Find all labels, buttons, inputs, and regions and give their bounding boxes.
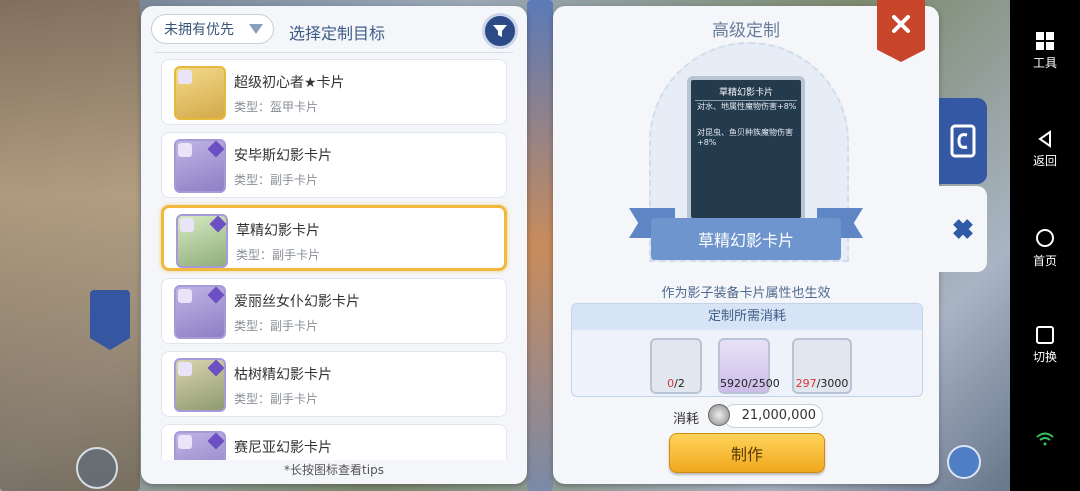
card-type: 类型：副手卡片 <box>234 173 319 187</box>
material-count: 297/3000 <box>795 377 849 390</box>
cost-section: 定制所需消耗 0/2 5920/2500 297/3000 <box>571 303 923 397</box>
close-button[interactable] <box>877 0 925 62</box>
tools-icon <box>953 219 973 239</box>
panel-title: 选择定制目标 <box>289 24 386 43</box>
card-effect-1: 对水、地属性魔物伤害+8% <box>697 102 797 111</box>
recents-icon <box>1036 326 1054 344</box>
grid-icon <box>1036 32 1054 50</box>
back-icon <box>1038 130 1051 148</box>
gem-icon <box>209 215 227 233</box>
card-tag-icon <box>180 218 194 232</box>
wand-button[interactable] <box>947 445 981 479</box>
funnel-icon <box>493 25 507 37</box>
card-ribbon-label: 草精幻影卡片 <box>651 218 841 260</box>
material-slot[interactable]: 5920/2500 <box>718 338 780 394</box>
tab-craft[interactable] <box>939 186 987 272</box>
card-name: 赛尼亚幻影卡片 <box>234 440 332 456</box>
gem-icon <box>207 286 225 304</box>
card-type: 类型：副手卡片 <box>234 392 319 406</box>
card-type: 类型：副手卡片 <box>234 319 319 333</box>
material-count: 0/2 <box>667 377 685 390</box>
card-icon <box>950 124 976 158</box>
card-thumbnail <box>174 139 226 193</box>
make-button[interactable]: 制作 <box>669 433 825 473</box>
system-navbar: 工具 返回 首页 切换 <box>1010 0 1080 491</box>
wifi-icon <box>1036 432 1054 446</box>
nav-switch[interactable]: 切换 <box>1010 326 1080 365</box>
list-item[interactable]: 爱丽丝女仆幻影卡片 类型：副手卡片 <box>161 278 507 344</box>
card-name: 草精幻影卡片 <box>236 223 320 239</box>
target-select-panel: 未拥有优先 选择定制目标 超级初心者★卡片 类型：盔甲卡片 安毕斯幻影卡片 类型… <box>141 6 527 484</box>
card-tag-icon <box>178 143 192 157</box>
nav-home[interactable]: 首页 <box>1010 228 1080 269</box>
list-item[interactable]: 超级初心者★卡片 类型：盔甲卡片 <box>161 59 507 125</box>
list-item-selected[interactable]: 草精幻影卡片 类型：副手卡片 <box>161 205 507 271</box>
material-slot[interactable]: 297/3000 <box>792 338 852 394</box>
card-type: 类型：盔甲卡片 <box>234 100 319 114</box>
nav-back[interactable]: 返回 <box>1010 130 1080 169</box>
card-tag-icon <box>178 435 192 449</box>
filter-dropdown[interactable]: 未拥有优先 <box>151 14 274 44</box>
gem-icon <box>207 432 225 450</box>
card-tag-icon <box>178 362 192 376</box>
long-press-hint: *长按图标查看tips <box>284 463 384 477</box>
tab-card[interactable] <box>939 98 987 184</box>
card-thumbnail <box>174 66 226 120</box>
joystick-button[interactable] <box>76 447 118 489</box>
nav-switch-label: 切换 <box>1032 350 1057 364</box>
list-item[interactable]: 枯树精幻影卡片 类型：副手卡片 <box>161 351 507 417</box>
list-item[interactable]: 安毕斯幻影卡片 类型：副手卡片 <box>161 132 507 198</box>
custom-craft-panel: 高级定制 草精幻影卡片 对水、地属性魔物伤害+8% 对昆虫、鱼贝种族魔物伤害+8… <box>553 6 939 484</box>
card-name: 超级初心者★卡片 <box>234 75 345 91</box>
zeny-coin-icon <box>708 404 730 426</box>
card-thumbnail <box>174 431 226 460</box>
material-count: 5920/2500 <box>720 377 780 390</box>
home-icon <box>1036 229 1054 247</box>
nav-tools[interactable]: 工具 <box>1010 32 1080 71</box>
card-preview-name: 草精幻影卡片 <box>695 85 797 101</box>
chevron-down-icon <box>249 24 263 34</box>
gem-icon <box>207 140 225 158</box>
gem-icon <box>207 359 225 377</box>
wifi-indicator <box>1010 432 1080 450</box>
guild-banner <box>90 290 130 350</box>
card-thumbnail <box>176 214 228 268</box>
card-list[interactable]: 超级初心者★卡片 类型：盔甲卡片 安毕斯幻影卡片 类型：副手卡片 草精幻影卡片 … <box>155 52 513 460</box>
close-icon <box>892 15 910 33</box>
card-name: 枯树精幻影卡片 <box>234 367 332 383</box>
nav-home-label: 首页 <box>1032 254 1057 268</box>
shadow-effect-note: 作为影子装备卡片属性也生效 <box>661 286 831 301</box>
filter-button[interactable] <box>482 13 518 49</box>
card-name: 安毕斯幻影卡片 <box>234 148 332 164</box>
card-thumbnail <box>174 285 226 339</box>
card-name: 爱丽丝女仆幻影卡片 <box>234 294 360 310</box>
list-item[interactable]: 赛尼亚幻影卡片 <box>161 424 507 460</box>
nav-back-label: 返回 <box>1032 154 1057 168</box>
material-slot[interactable]: 0/2 <box>650 338 702 394</box>
card-effect-2: 对昆虫、鱼贝种族魔物伤害+8% <box>697 128 793 147</box>
cost-title: 定制所需消耗 <box>572 304 922 330</box>
consume-value: 21,000,000 <box>723 404 823 428</box>
nav-tools-label: 工具 <box>1032 56 1057 70</box>
card-preview[interactable]: 草精幻影卡片 对水、地属性魔物伤害+8% 对昆虫、鱼贝种族魔物伤害+8% <box>687 76 805 222</box>
card-type: 类型：副手卡片 <box>236 248 321 262</box>
filter-label: 未拥有优先 <box>164 22 234 38</box>
card-tag-icon <box>178 70 192 84</box>
consume-label: 消耗 <box>673 412 700 427</box>
card-tag-icon <box>178 289 192 303</box>
card-thumbnail <box>174 358 226 412</box>
